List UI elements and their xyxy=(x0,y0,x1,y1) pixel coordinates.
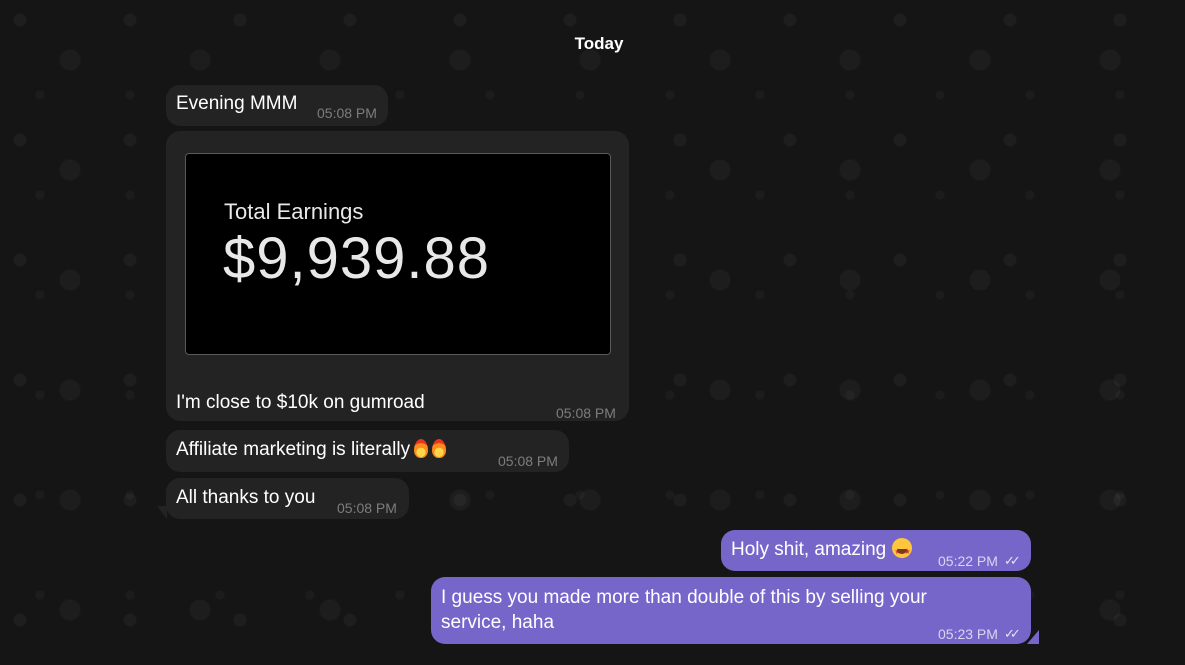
message-text-line-1: I guess you made more than double of thi… xyxy=(441,587,927,608)
message-text: All thanks to you xyxy=(176,487,316,508)
message-text-content: Affiliate marketing is literally xyxy=(176,439,411,460)
message-text-line-2: service, haha xyxy=(441,612,555,633)
read-checkmarks-icon: ✓✓ xyxy=(1004,626,1021,641)
message-bubble-outgoing[interactable]: Holy shit, amazing 05:22 PM ✓✓ xyxy=(721,530,1031,571)
message-bubble-incoming[interactable]: All thanks to you 05:08 PM xyxy=(166,478,409,519)
message-time: 05:08 PM xyxy=(498,453,558,469)
message-bubble-incoming[interactable]: Evening MMM 05:08 PM xyxy=(166,85,388,126)
date-separator: Today xyxy=(574,34,624,53)
message-bubble-incoming[interactable]: Affiliate marketing is literally 05:08 P… xyxy=(166,430,569,472)
bubble-tail-incoming xyxy=(157,506,167,519)
fire-icon xyxy=(414,439,429,458)
message-text: Evening MMM xyxy=(176,93,298,114)
earnings-label: Total Earnings xyxy=(224,199,364,224)
message-time: 05:08 PM xyxy=(337,500,397,516)
message-bubble-outgoing[interactable]: I guess you made more than double of thi… xyxy=(431,577,1031,644)
message-bubble-incoming-media[interactable]: Total Earnings $9,939.88 I'm close to $1… xyxy=(166,131,629,421)
message-time: 05:23 PM xyxy=(938,626,998,642)
earnings-amount: $9,939.88 xyxy=(223,226,491,291)
message-time: 05:08 PM xyxy=(317,105,377,121)
message-text: I'm close to $10k on gumroad xyxy=(176,392,425,413)
message-text-content: Holy shit, amazing xyxy=(731,539,887,560)
message-time: 05:22 PM xyxy=(938,553,998,569)
bubble-tail-outgoing xyxy=(1027,630,1039,644)
earnings-screenshot[interactable]: Total Earnings $9,939.88 xyxy=(185,153,611,355)
message-time: 05:08 PM xyxy=(556,405,616,421)
fire-icon xyxy=(432,439,447,458)
read-checkmarks-icon: ✓✓ xyxy=(1004,553,1021,568)
message-text: Affiliate marketing is literally xyxy=(176,437,447,462)
star-struck-icon xyxy=(892,538,913,564)
message-text: Holy shit, amazing xyxy=(731,537,913,564)
